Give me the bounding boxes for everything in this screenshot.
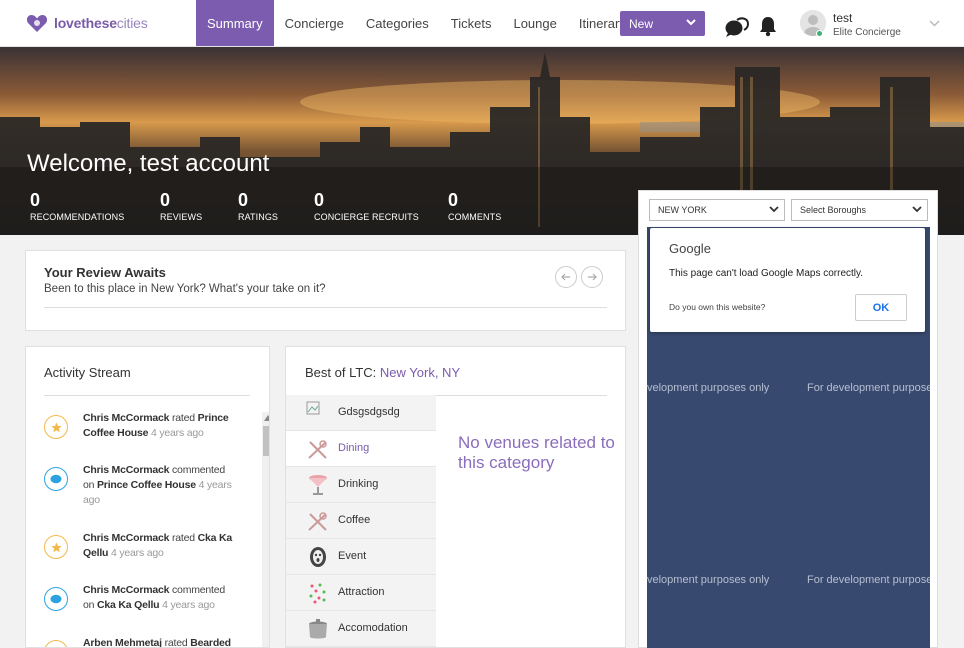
review-awaits-card: Your Review Awaits Been to this place in… xyxy=(25,250,626,331)
new-dropdown-button[interactable]: New xyxy=(620,11,705,36)
dev-watermark: For development purposes only xyxy=(807,574,930,586)
heart-logo-icon xyxy=(26,15,48,32)
city-select-value: NEW YORK xyxy=(658,205,707,215)
scroll-thumb[interactable] xyxy=(263,426,269,456)
category-attraction[interactable]: Attraction xyxy=(286,575,436,611)
activity-stream: Activity Stream Chris McCormack rated Pr… xyxy=(25,346,270,648)
category-drinking[interactable]: Drinking xyxy=(286,467,436,503)
empty-state-message: No venues related to this category xyxy=(458,433,615,472)
stats-row: 0 RECOMMENDATIONS 0 REVIEWS 0 RATINGS 0 … xyxy=(0,190,640,230)
divider xyxy=(44,395,250,396)
dialog-message: This page can't load Google Maps correct… xyxy=(669,268,864,279)
new-button-label: New xyxy=(629,16,654,31)
cocktail-icon xyxy=(309,475,327,495)
main-nav: Summary Concierge Categories Tickets Lou… xyxy=(196,0,637,46)
category-list: Gdsgsdgsdg Dining Drinking Coffee Event … xyxy=(286,395,436,647)
category-accomodation[interactable]: Accomodation xyxy=(286,611,436,647)
nav-categories[interactable]: Categories xyxy=(355,0,440,46)
borough-select[interactable]: Select Boroughs xyxy=(791,199,928,221)
brand-name: lovethesecities xyxy=(54,15,148,31)
broken-image-icon xyxy=(306,401,320,415)
nav-lounge[interactable]: Lounge xyxy=(502,0,567,46)
arrow-right-icon xyxy=(588,273,597,281)
confetti-icon xyxy=(309,583,326,604)
dialog-title: Google xyxy=(669,241,711,256)
chevron-down-icon xyxy=(769,206,779,213)
utensils-icon xyxy=(308,440,327,459)
dialog-own-link[interactable]: Do you own this website? xyxy=(669,302,765,312)
stat-comments: 0 COMMENTS xyxy=(448,190,502,222)
chevron-down-icon xyxy=(686,19,696,26)
review-title: Your Review Awaits xyxy=(44,265,166,280)
dev-watermark: For development purposes only xyxy=(807,382,930,394)
online-status-dot xyxy=(816,30,823,37)
divider xyxy=(44,307,607,308)
city-select[interactable]: NEW YORK xyxy=(649,199,785,221)
mask-icon xyxy=(310,547,326,567)
nav-summary[interactable]: Summary xyxy=(196,0,274,46)
activity-title: Activity Stream xyxy=(44,365,131,380)
best-of-city-link[interactable]: New York, NY xyxy=(380,365,460,380)
category-gdsgsdgsdg[interactable]: Gdsgsdgsdg xyxy=(286,395,436,431)
star-icon xyxy=(44,415,68,439)
stat-concierge-recruits: 0 CONCIERGE RECRUITS xyxy=(314,190,419,222)
activity-text: Chris McCormack commented on Prince Coff… xyxy=(83,464,232,506)
stat-reviews: 0 REVIEWS xyxy=(160,190,203,222)
borough-select-value: Select Boroughs xyxy=(800,205,867,215)
best-of-title: Best of LTC: New York, NY xyxy=(305,365,461,380)
activity-text: Chris McCormack commented on Cka Ka Qell… xyxy=(83,584,226,611)
best-of-panel: Best of LTC: New York, NY Gdsgsdgsdg Din… xyxy=(285,346,626,648)
utensils-icon xyxy=(308,512,327,531)
bell-icon[interactable] xyxy=(759,15,777,37)
comment-icon xyxy=(44,587,68,611)
review-subtitle: Been to this place in New York? What's y… xyxy=(44,283,326,295)
category-dining[interactable]: Dining xyxy=(286,431,436,467)
chat-bubbles-icon[interactable] xyxy=(724,16,750,38)
next-button[interactable] xyxy=(581,266,603,288)
category-coffee[interactable]: Coffee xyxy=(286,503,436,539)
star-icon xyxy=(44,640,68,647)
activity-text: Arben Mehmetaj rated Bearded xyxy=(83,637,231,648)
scroll-up-arrow-icon[interactable] xyxy=(264,415,270,421)
activity-scrollbar[interactable] xyxy=(262,412,270,647)
chevron-down-icon xyxy=(912,206,922,213)
nav-concierge[interactable]: Concierge xyxy=(274,0,355,46)
maps-error-dialog: Google This page can't load Google Maps … xyxy=(650,228,925,332)
stat-ratings: 0 RATINGS xyxy=(238,190,279,222)
arrow-left-icon xyxy=(561,273,570,281)
user-role: Elite Concierge xyxy=(833,27,901,38)
star-icon xyxy=(44,535,68,559)
chevron-down-icon[interactable] xyxy=(929,20,940,27)
dev-watermark: velopment purposes only xyxy=(647,574,770,586)
comment-icon xyxy=(44,467,68,491)
dev-watermark: velopment purposes only xyxy=(647,382,770,394)
welcome-heading: Welcome, test account xyxy=(27,150,270,177)
activity-text: Chris McCormack rated Prince Coffee Hous… xyxy=(83,412,229,439)
nav-tickets[interactable]: Tickets xyxy=(440,0,503,46)
brand-logo[interactable]: lovethesecities xyxy=(26,13,148,33)
ok-button[interactable]: OK xyxy=(855,294,907,321)
category-event[interactable]: Event xyxy=(286,539,436,575)
pot-icon xyxy=(309,619,327,639)
activity-text: Chris McCormack rated Cka Ka Qellu 4 yea… xyxy=(83,532,233,559)
stat-recommendations: 0 RECOMMENDATIONS xyxy=(30,190,125,222)
top-navigation-bar: lovethesecities Summary Concierge Catego… xyxy=(0,0,964,47)
user-name[interactable]: test xyxy=(833,11,852,25)
previous-button[interactable] xyxy=(555,266,577,288)
